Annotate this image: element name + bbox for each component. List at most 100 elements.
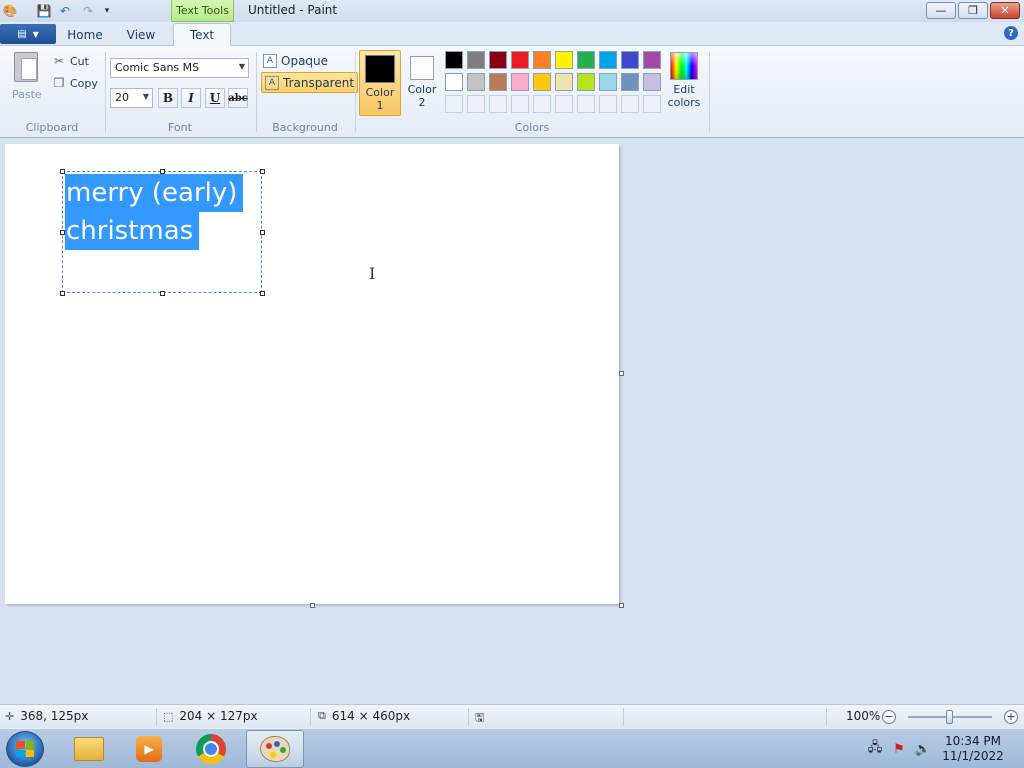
file-size: 🖫: [475, 709, 484, 728]
maximize-button[interactable]: ❐: [958, 2, 988, 19]
status-divider: [310, 708, 311, 726]
clock-date: 11/1/2022: [942, 749, 1004, 763]
custom-color-slot[interactable]: [533, 95, 551, 113]
transparent-button[interactable]: A Transparent: [261, 72, 359, 93]
resize-handle[interactable]: [60, 169, 65, 174]
custom-color-slot[interactable]: [621, 95, 639, 113]
font-family-value: Comic Sans MS: [115, 61, 200, 74]
transparent-icon: A: [265, 75, 279, 90]
palette-swatch[interactable]: [489, 51, 507, 69]
font-family-select[interactable]: Comic Sans MS ▼: [110, 58, 249, 78]
paint-app-icon[interactable]: 🎨: [2, 3, 18, 19]
custom-color-slot[interactable]: [467, 95, 485, 113]
custom-color-slot[interactable]: [445, 95, 463, 113]
group-divider: [355, 52, 356, 132]
palette-swatch[interactable]: [577, 51, 595, 69]
drawing-canvas[interactable]: merry (early) christmas I: [5, 144, 619, 604]
resize-handle[interactable]: [160, 291, 165, 296]
close-button[interactable]: ✕: [990, 2, 1020, 19]
underline-button[interactable]: U: [205, 88, 225, 108]
palette-swatch[interactable]: [489, 73, 507, 91]
taskbar-media-player[interactable]: ▶: [120, 730, 178, 768]
undo-icon[interactable]: ↶: [57, 3, 73, 19]
customize-quick-access-icon[interactable]: ▾: [99, 3, 115, 19]
custom-color-slot[interactable]: [555, 95, 573, 113]
cut-button[interactable]: ✂ Cut: [52, 53, 89, 69]
tab-text[interactable]: Text: [173, 23, 231, 46]
font-size-select[interactable]: 20 ▼: [110, 88, 153, 108]
start-button[interactable]: [6, 731, 44, 767]
bold-button[interactable]: B: [158, 88, 178, 108]
palette-swatch[interactable]: [533, 51, 551, 69]
palette-swatch[interactable]: [621, 73, 639, 91]
palette-swatch[interactable]: [445, 51, 463, 69]
palette-swatch[interactable]: [467, 73, 485, 91]
resize-handle[interactable]: [60, 230, 65, 235]
action-center-warning-icon[interactable]: ⚑: [891, 741, 907, 757]
system-clock[interactable]: 10:34 PM 11/1/2022: [938, 734, 1008, 764]
canvas-resize-handle-corner[interactable]: [619, 603, 624, 608]
text-box[interactable]: merry (early) christmas: [60, 169, 265, 296]
copy-button[interactable]: ❐ Copy: [52, 75, 98, 91]
cut-label: Cut: [70, 54, 89, 68]
canvas-workspace[interactable]: merry (early) christmas I: [0, 138, 1024, 704]
paint-menu-button[interactable]: ▤ ▼: [0, 24, 56, 44]
palette-swatch[interactable]: [555, 73, 573, 91]
color2-button[interactable]: Color 2: [401, 50, 443, 116]
custom-color-slot[interactable]: [599, 95, 617, 113]
palette-swatch[interactable]: [511, 73, 529, 91]
taskbar-explorer[interactable]: [60, 730, 118, 768]
palette-swatch[interactable]: [599, 51, 617, 69]
chrome-icon: [196, 734, 226, 764]
custom-color-slot[interactable]: [643, 95, 661, 113]
status-divider: [623, 708, 624, 726]
palette-swatch[interactable]: [467, 51, 485, 69]
status-divider: [826, 708, 827, 726]
save-icon[interactable]: 💾: [36, 3, 52, 19]
palette-swatch[interactable]: [643, 51, 661, 69]
tab-view[interactable]: View: [119, 23, 163, 46]
resize-handle[interactable]: [260, 169, 265, 174]
palette-swatch[interactable]: [599, 73, 617, 91]
zoom-slider-thumb[interactable]: [946, 710, 953, 724]
canvas-resize-handle-bottom[interactable]: [310, 603, 315, 608]
custom-color-slot[interactable]: [577, 95, 595, 113]
opaque-label: Opaque: [281, 53, 329, 68]
strikethrough-button[interactable]: abc: [228, 88, 248, 108]
palette-swatch[interactable]: [555, 51, 573, 69]
edit-colors-button[interactable]: Edit colors: [664, 52, 704, 109]
custom-color-slot[interactable]: [489, 95, 507, 113]
palette-swatch[interactable]: [533, 73, 551, 91]
resize-handle[interactable]: [260, 291, 265, 296]
taskbar-chrome[interactable]: [182, 730, 240, 768]
volume-icon[interactable]: 🔊: [915, 741, 931, 757]
custom-color-slot[interactable]: [511, 95, 529, 113]
text-line-1[interactable]: merry (early): [65, 174, 244, 212]
redo-icon[interactable]: ↷: [80, 3, 96, 19]
color1-button[interactable]: Color 1: [359, 50, 401, 116]
palette-swatch[interactable]: [577, 73, 595, 91]
resize-handle[interactable]: [160, 169, 165, 174]
palette-swatch[interactable]: [643, 73, 661, 91]
palette-swatch[interactable]: [511, 51, 529, 69]
copy-label: Copy: [70, 76, 98, 90]
help-icon[interactable]: ?: [1004, 26, 1018, 40]
tab-home[interactable]: Home: [63, 23, 107, 46]
ribbon-tabs: ▤ ▼ Home View Text ?: [0, 22, 1024, 46]
zoom-in-button[interactable]: +: [1004, 710, 1018, 724]
resize-handle[interactable]: [60, 291, 65, 296]
minimize-button[interactable]: —: [926, 2, 956, 19]
canvas-resize-handle-right[interactable]: [619, 371, 624, 376]
opaque-button[interactable]: A Opaque: [260, 50, 331, 71]
network-icon[interactable]: 🖧: [867, 740, 883, 757]
resize-handle[interactable]: [260, 230, 265, 235]
opaque-icon: A: [263, 53, 277, 68]
zoom-out-button[interactable]: −: [882, 710, 896, 724]
palette-swatch[interactable]: [621, 51, 639, 69]
image-size: ⧉ 614 × 460px: [318, 709, 410, 723]
italic-button[interactable]: I: [181, 88, 201, 108]
taskbar-paint[interactable]: [246, 730, 304, 768]
text-line-2[interactable]: christmas: [65, 212, 200, 250]
palette-swatch[interactable]: [445, 73, 463, 91]
chevron-down-icon: ▼: [238, 62, 245, 71]
